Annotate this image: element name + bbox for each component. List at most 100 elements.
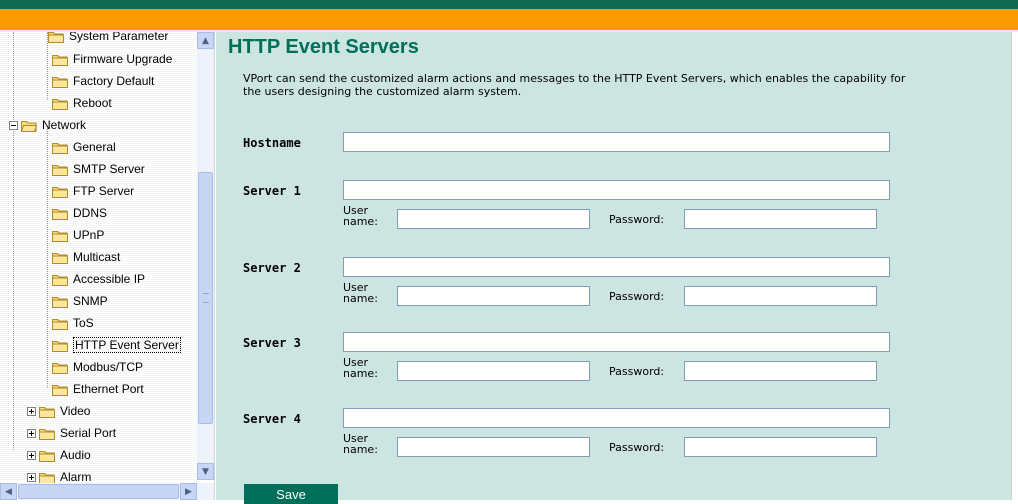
- tree-item-label: FTP Server: [73, 184, 135, 198]
- folder-open-icon: [21, 119, 37, 132]
- tree-item-label: SNMP: [73, 294, 108, 308]
- folder-icon: [52, 97, 68, 110]
- scrollbar-thumb[interactable]: [198, 172, 213, 424]
- tree-item-upnp[interactable]: UPnP: [52, 225, 104, 245]
- server-4-input[interactable]: [343, 408, 890, 428]
- server-3-password-input[interactable]: [684, 361, 877, 381]
- tree-item-firmware-upgrade[interactable]: Firmware Upgrade: [52, 49, 172, 69]
- tree-item-ethernet-port[interactable]: Ethernet Port: [52, 379, 144, 399]
- server-2-input[interactable]: [343, 257, 890, 277]
- server-4-password-input[interactable]: [684, 437, 877, 457]
- folder-icon: [52, 75, 68, 88]
- server-3-password-label: Password:: [609, 365, 665, 378]
- page-description: VPort can send the customized alarm acti…: [243, 72, 906, 98]
- tree-item-multicast[interactable]: Multicast: [52, 247, 120, 267]
- tree-item-label: ToS: [73, 316, 94, 330]
- tree-item-smtp-server[interactable]: SMTP Server: [52, 159, 145, 179]
- server-3-input[interactable]: [343, 332, 890, 352]
- tree-item-system-parameter[interactable]: System Parameter: [48, 32, 168, 46]
- tree-horizontal-scrollbar[interactable]: ◀ ▶: [0, 483, 214, 500]
- tree-item-label: DDNS: [73, 206, 108, 220]
- folder-icon: [52, 383, 68, 396]
- folder-icon: [39, 405, 55, 418]
- server-1-label: Server 1: [243, 184, 301, 198]
- chevron-left-icon[interactable]: ◀: [0, 483, 17, 500]
- folder-icon: [52, 229, 68, 242]
- server-1-input[interactable]: [343, 180, 890, 200]
- tree-item-audio[interactable]: Audio: [27, 445, 91, 465]
- save-button[interactable]: Save: [244, 484, 338, 504]
- server-3-user-label: User name:: [343, 357, 378, 379]
- hostname-input[interactable]: [343, 132, 890, 152]
- tree-item-label: Multicast: [73, 250, 121, 264]
- tree-item-modbus-tcp[interactable]: Modbus/TCP: [52, 357, 143, 377]
- tree-item-label: Audio: [60, 448, 91, 462]
- expand-icon[interactable]: [27, 428, 36, 438]
- folder-icon: [52, 339, 68, 352]
- expand-icon[interactable]: [27, 450, 36, 460]
- tree-connector: [47, 128, 48, 388]
- folder-icon: [52, 361, 68, 374]
- server-4-username-input[interactable]: [397, 437, 590, 457]
- server-4-password-label: Password:: [609, 441, 665, 454]
- server-4-label: Server 4: [243, 412, 301, 426]
- server-1-username-input[interactable]: [397, 209, 590, 229]
- tree-item-general[interactable]: General: [52, 137, 116, 157]
- tree-item-snmp[interactable]: SNMP: [52, 291, 108, 311]
- server-4-user-label: User name:: [343, 433, 378, 455]
- tree-item-tos[interactable]: ToS: [52, 313, 94, 333]
- folder-icon: [39, 427, 55, 440]
- chevron-down-icon[interactable]: ▼: [197, 463, 214, 480]
- server-2-password-input[interactable]: [684, 286, 877, 306]
- chevron-up-icon[interactable]: ▲: [197, 32, 214, 49]
- expand-icon[interactable]: [27, 406, 36, 416]
- tree-item-label: Serial Port: [60, 426, 117, 440]
- tree-item-factory-default[interactable]: Factory Default: [52, 71, 154, 91]
- tree-item-label: Alarm: [60, 470, 92, 484]
- server-2-username-input[interactable]: [397, 286, 590, 306]
- server-3-label: Server 3: [243, 336, 301, 350]
- hostname-label: Hostname: [243, 136, 301, 150]
- tree-item-network[interactable]: Network: [9, 115, 86, 135]
- tree-item-ftp-server[interactable]: FTP Server: [52, 181, 134, 201]
- tree-item-label: Video: [60, 404, 91, 418]
- tree-item-label: UPnP: [73, 228, 105, 242]
- folder-icon: [52, 185, 68, 198]
- tree-item-http-event-server[interactable]: HTTP Event Server: [52, 335, 181, 355]
- tree-item-label: SMTP Server: [73, 162, 145, 176]
- tree-item-label: Ethernet Port: [73, 382, 144, 396]
- tree-item-label: General: [73, 140, 116, 154]
- tree-item-reboot[interactable]: Reboot: [52, 93, 112, 113]
- main-content: HTTP Event Servers VPort can send the cu…: [216, 32, 1011, 504]
- folder-icon: [39, 471, 55, 484]
- server-3-username-input[interactable]: [397, 361, 590, 381]
- tree-item-label: Firmware Upgrade: [73, 52, 173, 66]
- tree-item-ddns[interactable]: DDNS: [52, 203, 107, 223]
- tree-connector: [13, 32, 14, 450]
- server-1-user-label: User name:: [343, 205, 378, 227]
- expand-icon[interactable]: [27, 472, 36, 482]
- tree-vertical-scrollbar[interactable]: ▲ ▼: [197, 32, 214, 480]
- tree-item-label: Accessible IP: [73, 272, 146, 286]
- server-1-password-input[interactable]: [684, 209, 877, 229]
- chevron-right-icon[interactable]: ▶: [180, 483, 197, 500]
- tree-item-accessible-ip[interactable]: Accessible IP: [52, 269, 145, 289]
- folder-icon: [52, 317, 68, 330]
- tree-item-video[interactable]: Video: [27, 401, 90, 421]
- grip-icon: [203, 293, 209, 303]
- user-label-line2: name:: [343, 292, 378, 305]
- user-label-line2: name:: [343, 215, 378, 228]
- folder-icon: [48, 32, 64, 43]
- tree-item-label: System Parameter: [69, 32, 169, 43]
- right-frame-edge: [1011, 32, 1018, 500]
- collapse-icon[interactable]: [9, 120, 18, 130]
- tree-item-label: Modbus/TCP: [73, 360, 144, 374]
- user-label-line2: name:: [343, 443, 378, 456]
- scrollbar-thumb[interactable]: [18, 484, 179, 499]
- folder-icon: [52, 141, 68, 154]
- tree-item-serial-port[interactable]: Serial Port: [27, 423, 116, 443]
- server-2-password-label: Password:: [609, 290, 665, 303]
- folder-icon: [52, 273, 68, 286]
- server-2-label: Server 2: [243, 261, 301, 275]
- page-title: HTTP Event Servers: [228, 36, 419, 58]
